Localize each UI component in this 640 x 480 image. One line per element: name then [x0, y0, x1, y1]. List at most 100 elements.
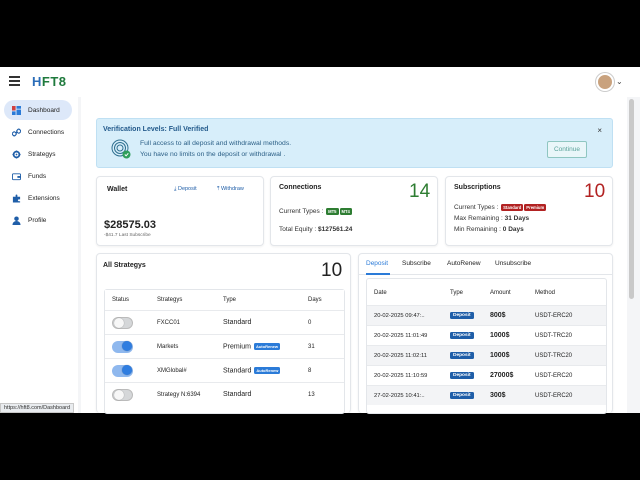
- verification-line-2: You have no limits on the deposit or wit…: [140, 151, 286, 158]
- table-row: Strategy N:6394 Standard 13: [105, 382, 344, 406]
- tx-method: USDT-TRC20: [535, 332, 573, 339]
- connections-card: Connections 14 Current Types : MT5 MT4 To…: [270, 176, 438, 246]
- connections-types: Current Types : MT5 MT4: [279, 208, 352, 216]
- tx-date: 20-02-2025 11:01:49: [374, 332, 428, 339]
- tx-amount: 800$: [490, 312, 506, 319]
- fingerprint-icon: [111, 139, 131, 159]
- table-row: FXCC01 Standard 0: [105, 310, 344, 334]
- sidebar-item-connections[interactable]: Connections: [4, 122, 72, 142]
- type-badge-mt5: MT5: [326, 208, 339, 215]
- col-type: Type: [450, 290, 464, 296]
- dashboard-icon: [12, 105, 21, 115]
- table-row: 20-02-2025 11:02:11 Deposit 1000$ USDT-TRC2…: [367, 345, 606, 365]
- autorenew-badge: AutoRenew: [253, 342, 280, 350]
- strategy-days: 0: [308, 319, 312, 326]
- sidebar-item-label: Dashboard: [28, 106, 60, 114]
- strategy-name: Markets: [157, 343, 179, 350]
- autorenew-badge: AutoRenew: [254, 366, 281, 374]
- toggle-knob: [114, 390, 124, 400]
- tab-subscribe[interactable]: Subscribe: [402, 260, 431, 267]
- gear-icon: [12, 149, 21, 159]
- toggle-knob: [114, 318, 124, 328]
- scrollbar[interactable]: [629, 99, 634, 299]
- strategy-days: 13: [308, 391, 315, 398]
- type-badge-standard: Standard: [501, 204, 524, 211]
- tx-type-badge: Deposit: [450, 312, 474, 319]
- tx-date: 20-02-2025 11:02:11: [374, 352, 427, 359]
- sidebar-item-strategys[interactable]: Strategys: [4, 144, 72, 164]
- table-row: 20-02-2025 11:10:59 Deposit 27000$ USDT-ERC…: [367, 365, 606, 385]
- wallet-title: Wallet: [107, 186, 128, 193]
- sidebar-item-label: Strategys: [28, 150, 56, 158]
- sidebar-item-label: Extensions: [28, 194, 60, 202]
- table-row: Markets Premium AutoRenew 31: [105, 334, 344, 358]
- menu-icon[interactable]: [9, 76, 20, 86]
- close-icon[interactable]: ×: [597, 126, 602, 135]
- strategy-type: Standard AutoRenew: [223, 366, 281, 375]
- status-toggle[interactable]: [112, 316, 133, 329]
- strategy-name: Strategy N:6394: [157, 391, 201, 398]
- subscriptions-card: Subscriptions 10 Current Types : Standar…: [445, 176, 613, 246]
- withdraw-link[interactable]: ⤒ Withdraw: [217, 186, 244, 193]
- link-icon: [12, 128, 21, 136]
- sidebar-item-label: Profile: [28, 216, 47, 224]
- verification-title: Verification Levels: Full Verified: [103, 126, 209, 133]
- table-row: 20-02-2025 11:01:49 Deposit 1000$ USDT-TRC2…: [367, 325, 606, 345]
- transactions-card: Date Type Amount Method 20-02-2025 09:47…: [358, 253, 613, 414]
- avatar[interactable]: [596, 73, 614, 91]
- subscriptions-count: 10: [584, 181, 606, 202]
- active-tab-indicator: [366, 273, 390, 275]
- type-badge-premium: Premium: [524, 204, 547, 211]
- status-toggle[interactable]: [112, 388, 133, 401]
- wallet-last-subscribe: -$41.7 Last Subscribe: [104, 233, 151, 238]
- sidebar: Dashboard Connections Strategys Funds Ex…: [0, 97, 78, 413]
- strategy-days: 8: [308, 367, 312, 374]
- toggle-knob: [122, 365, 132, 375]
- tx-amount: 1000$: [490, 332, 510, 339]
- status-toggle[interactable]: [112, 340, 133, 353]
- chevron-down-icon[interactable]: ⌄: [616, 77, 623, 86]
- tx-amount: 1000$: [490, 352, 510, 359]
- tx-method: USDT-ERC20: [535, 392, 573, 399]
- subscriptions-max: Max Remaining : 31 Days: [454, 215, 530, 222]
- user-icon: [12, 215, 21, 225]
- tx-date: 27-02-2025 10:41:..: [374, 392, 425, 399]
- col-status: Status: [112, 297, 130, 303]
- tx-method: USDT-ERC20: [535, 372, 573, 379]
- tx-type-badge: Deposit: [450, 372, 474, 379]
- connections-title: Connections: [279, 184, 322, 191]
- sidebar-item-extensions[interactable]: Extensions: [4, 188, 72, 208]
- sidebar-item-funds[interactable]: Funds: [4, 166, 72, 186]
- table-row: 20-02-2025 09:47:.. Deposit 800$ USDT-ERC20: [367, 305, 606, 325]
- subscriptions-types: Current Types : Standard Premium: [454, 204, 547, 212]
- tab-autorenew[interactable]: AutoRenew: [447, 260, 481, 267]
- sidebar-item-label: Connections: [28, 128, 65, 136]
- deposit-link[interactable]: ⤓ Deposit: [174, 186, 197, 193]
- tab-unsubscribe[interactable]: Unsubscribe: [495, 260, 531, 267]
- col-date: Date: [374, 290, 387, 296]
- continue-button[interactable]: Continue: [547, 141, 587, 158]
- sidebar-item-dashboard[interactable]: Dashboard: [4, 100, 72, 120]
- strategy-type: Standard: [223, 319, 252, 326]
- tx-method: USDT-ERC20: [535, 312, 573, 319]
- transactions-table: Date Type Amount Method 20-02-2025 09:47…: [366, 278, 607, 414]
- top-bar: HFT8 ⌄: [0, 67, 640, 97]
- tab-deposit[interactable]: Deposit: [366, 260, 388, 267]
- strategy-name: FXCC01: [157, 319, 181, 326]
- col-amount: Amount: [490, 290, 511, 296]
- wallet-icon: [12, 172, 21, 180]
- status-toggle[interactable]: [112, 364, 133, 377]
- tx-amount: 27000$: [490, 372, 514, 379]
- tx-type-badge: Deposit: [450, 392, 474, 399]
- sidebar-item-profile[interactable]: Profile: [4, 210, 72, 230]
- strategies-title: All Strategys: [103, 262, 146, 269]
- logo[interactable]: HFT8: [32, 74, 67, 89]
- connections-equity: Total Equity : $127561.24: [279, 226, 353, 233]
- table-row: XMGlobal# Standard AutoRenew 8: [105, 358, 344, 382]
- table-row: 27-02-2025 10:41:.. Deposit 300$ USDT-ERC20: [367, 385, 606, 405]
- subscriptions-title: Subscriptions: [454, 184, 501, 191]
- col-days: Days: [308, 297, 322, 303]
- strategies-count: 10: [321, 260, 343, 281]
- subscriptions-min: Min Remaining : 0 Days: [454, 226, 524, 233]
- tx-type-badge: Deposit: [450, 352, 474, 359]
